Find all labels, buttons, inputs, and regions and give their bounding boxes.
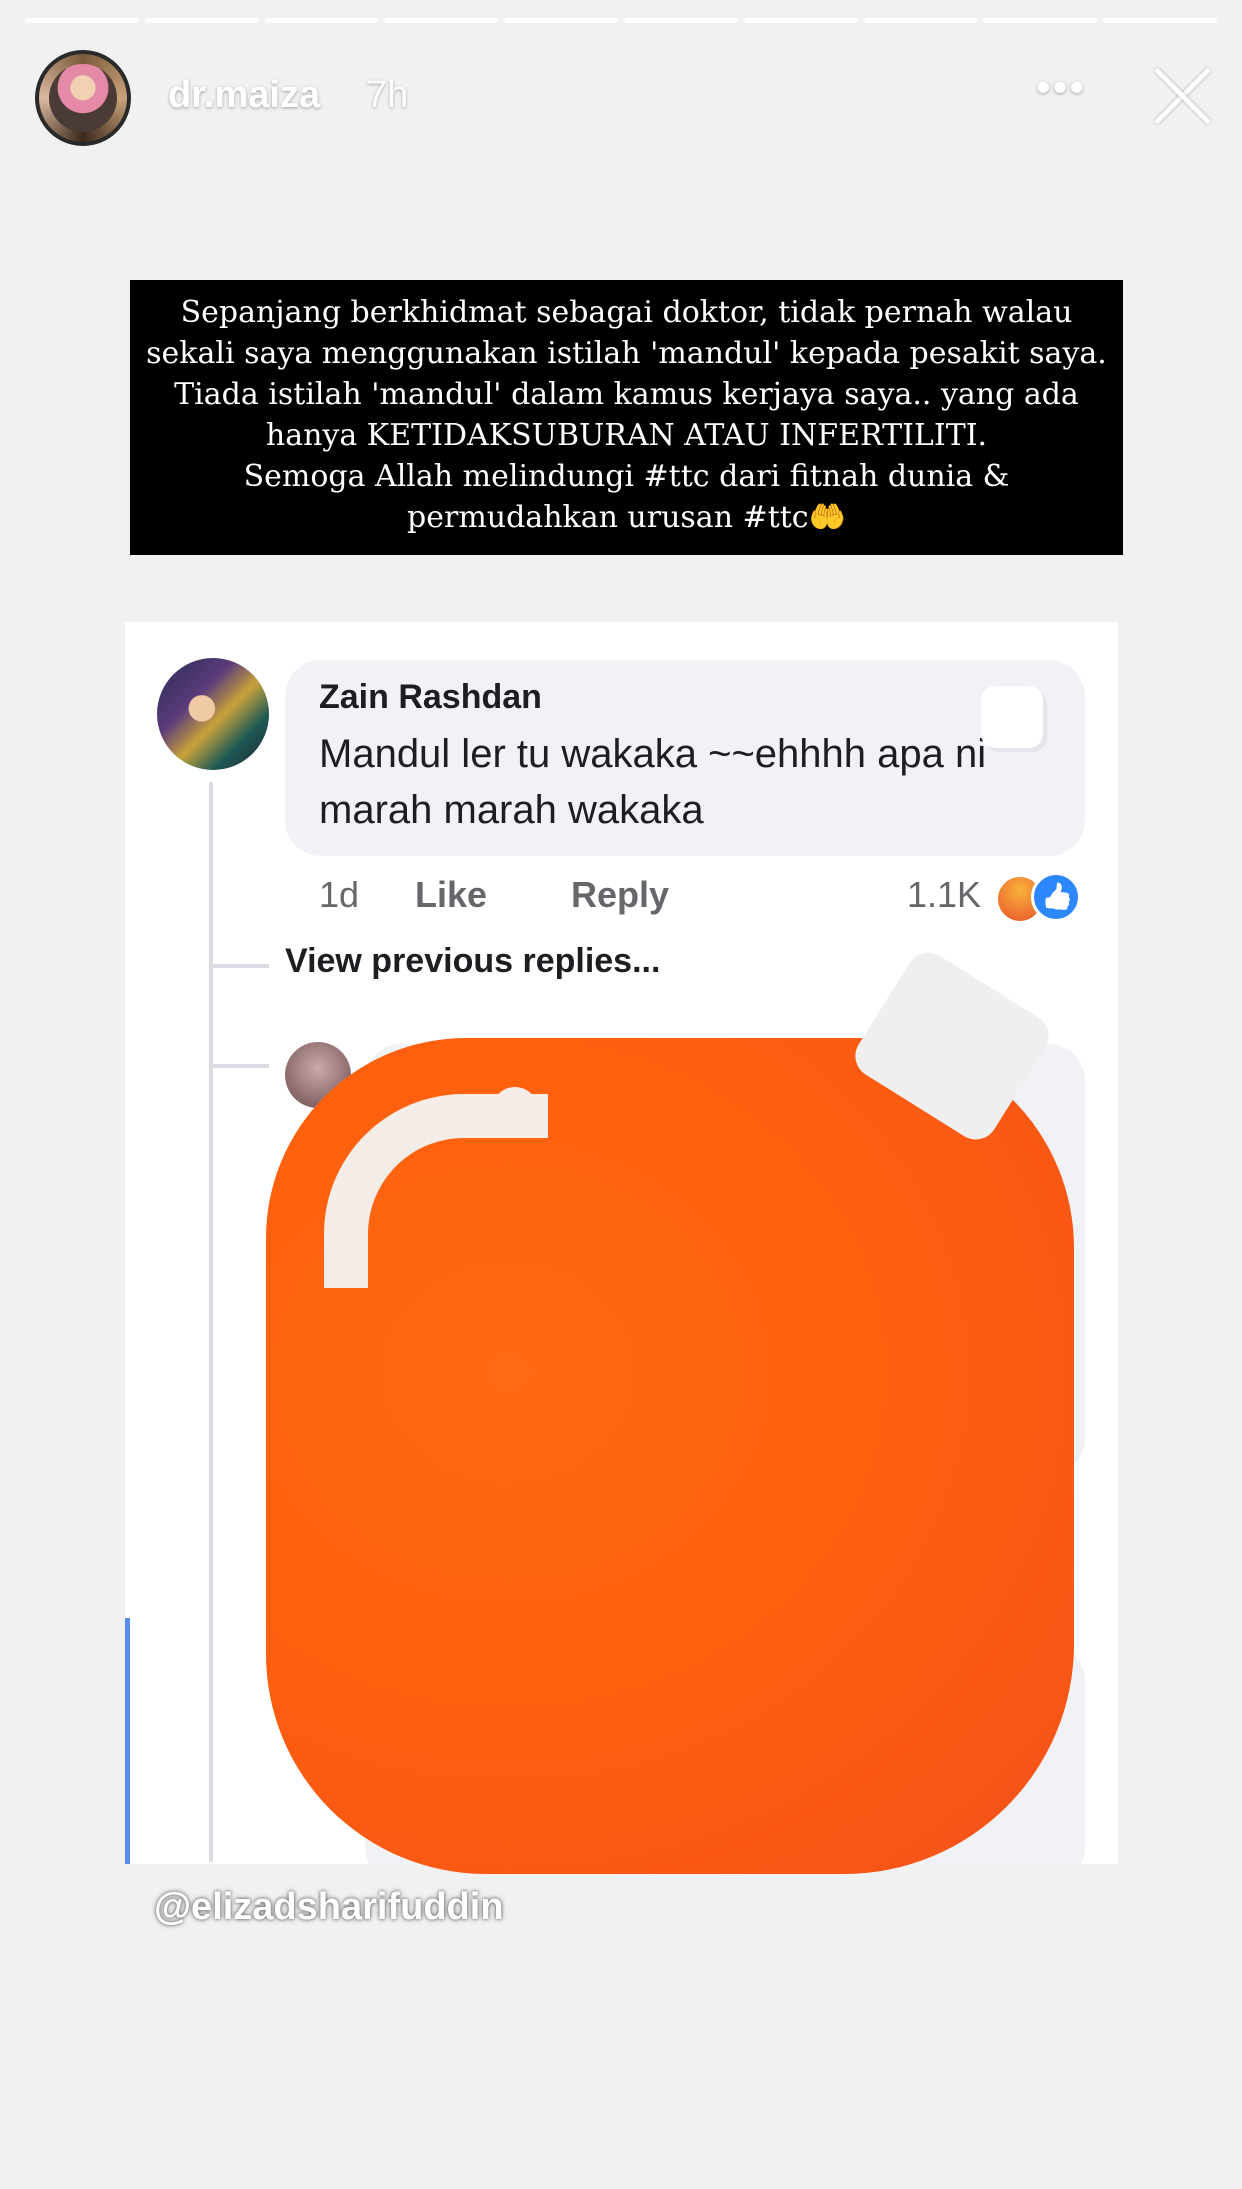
bubble-badge-icon — [981, 686, 1043, 748]
post-time: 7h — [366, 74, 409, 116]
progress-segment — [25, 18, 139, 23]
profile-avatar[interactable] — [35, 50, 131, 146]
reaction-count: 1.1K — [907, 874, 982, 915]
thread-branch — [209, 964, 269, 968]
like-link: Like — [415, 874, 488, 915]
caption-line: Tiada istilah 'mandul' dalam kamus kerja… — [174, 377, 1079, 412]
thread-line — [209, 782, 213, 1862]
commenter-name: Zain Rashdan — [319, 678, 542, 716]
caption-line: Sepanjang berkhidmat sebagai doktor, tid… — [180, 295, 1073, 330]
more-options-icon[interactable]: ••• — [1036, 66, 1086, 108]
username[interactable]: dr.maiza — [168, 74, 320, 117]
mention-tag[interactable]: @elizadsharifuddin — [154, 1886, 504, 1929]
comment-text: Mandul ler tu wakaka ~~ehhhh apa ni mara… — [319, 732, 987, 832]
caption-line: hanya KETIDAKSUBURAN ATAU INFERTILITI. — [265, 418, 988, 453]
progress-segment — [983, 18, 1098, 23]
reply-link: Reply — [571, 874, 670, 915]
progress-segment — [504, 18, 618, 23]
view-previous-replies: View previous replies... — [285, 942, 661, 980]
thread-branch — [209, 1064, 269, 1068]
progress-segment — [863, 18, 978, 23]
progress-segment — [264, 18, 379, 23]
caption-line: sekali saya menggunakan istilah 'mandul'… — [146, 336, 1107, 371]
commenter-avatar — [157, 658, 269, 770]
progress-segment — [623, 18, 738, 23]
progress-segment — [144, 18, 259, 23]
highlight-accent — [125, 1618, 130, 1864]
close-icon[interactable] — [1150, 64, 1214, 128]
progress-segment — [384, 18, 499, 23]
comment-time: 1d — [319, 874, 360, 915]
progress-segment — [743, 18, 858, 23]
sticker-shine-dot — [492, 1087, 538, 1133]
caption-line: Semoga Allah melindungi #ttc dari fitnah… — [243, 459, 1010, 494]
story-caption-box: Sepanjang berkhidmat sebagai doktor, tid… — [130, 280, 1123, 555]
progress-segment — [1103, 18, 1217, 23]
like-reaction-icon — [1031, 872, 1081, 922]
caption-line: permudahkan urusan #ttc🤲 — [407, 500, 846, 535]
story-progress-bar — [25, 18, 1217, 23]
